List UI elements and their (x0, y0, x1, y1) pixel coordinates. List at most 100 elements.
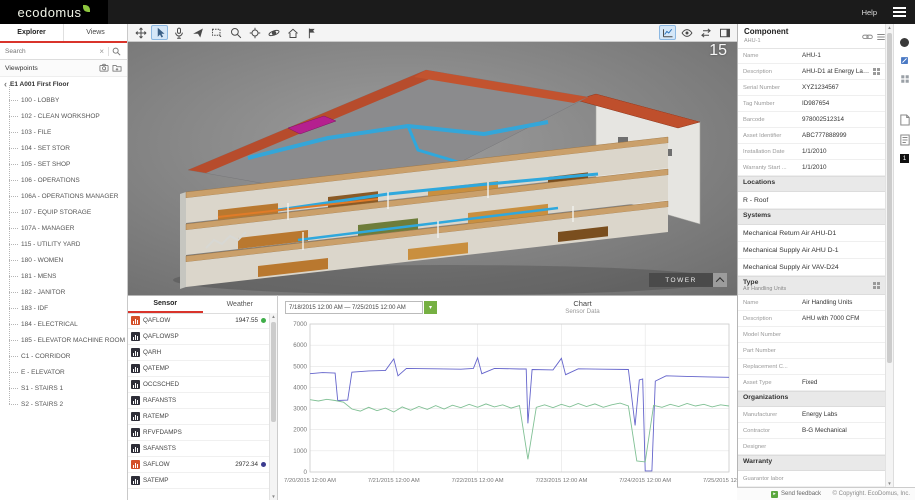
zoom-icon[interactable] (227, 25, 244, 40)
list-item[interactable]: Mechanical Supply Air VAV-D24 (738, 259, 885, 276)
room-item[interactable]: 100 - LOBBY (0, 92, 127, 108)
notification-badge[interactable]: 1 (900, 154, 909, 163)
room-item[interactable]: 107 - EQUIP STORAGE (0, 204, 127, 220)
room-item[interactable]: 181 - MENS (0, 268, 127, 284)
link-icon[interactable] (862, 29, 873, 47)
search-input[interactable] (3, 47, 95, 56)
room-item[interactable]: 106 - OPERATIONS (0, 172, 127, 188)
list-item[interactable]: Mechanical Return Air AHU-D1 (738, 225, 885, 242)
sensor-value: 2972.34 (235, 461, 258, 468)
room-item[interactable]: 107A - MANAGER (0, 220, 127, 236)
document-icon[interactable] (900, 114, 910, 126)
chevron-up-icon[interactable] (713, 273, 727, 287)
date-range-input[interactable]: 7/18/2015 12:00 AM — 7/25/2015 12:00 AM (285, 301, 423, 314)
capture-viewpoint-icon[interactable] (99, 63, 109, 73)
viewpoint-folder-icon[interactable] (112, 63, 122, 73)
chart-toggle-icon[interactable] (659, 25, 676, 40)
walk-flag-icon[interactable] (303, 25, 320, 40)
sensor-name: SAFLOW (143, 461, 232, 468)
scroll-thumb[interactable] (887, 33, 892, 363)
date-picker-button[interactable]: ▾ (424, 301, 437, 314)
room-item[interactable]: S2 - STAIRS 2 (0, 396, 127, 412)
room-label: 105 - SET SHOP (21, 161, 70, 168)
apps-grid-icon[interactable] (900, 74, 910, 84)
sensor-row[interactable]: QARH (128, 345, 269, 361)
3d-viewport[interactable]: 15 TOWER (128, 42, 737, 295)
help-button[interactable]: Help (856, 0, 883, 24)
sensor-row[interactable]: QAFLOW1947.55 (128, 313, 269, 329)
mic-icon[interactable] (170, 25, 187, 40)
tree-connector (9, 356, 18, 357)
room-item[interactable]: C1 - CORRIDOR (0, 348, 127, 364)
send-feedback-link[interactable]: Send feedback (781, 491, 821, 497)
sensor-row[interactable]: QATEMP (128, 361, 269, 377)
list-item[interactable]: Mechanical Supply Air AHU D-1 (738, 242, 885, 259)
sensor-row[interactable]: SAFLOW2972.34 (128, 457, 269, 473)
tower-selector-button[interactable]: TOWER (649, 273, 727, 287)
room-label: 106 - OPERATIONS (21, 177, 80, 184)
field-row: NameAir Handling Units (738, 295, 885, 311)
scroll-up-icon[interactable]: ▲ (270, 314, 277, 319)
home-icon[interactable] (284, 25, 301, 40)
globe-icon[interactable] (900, 38, 909, 47)
sensor-row[interactable]: QAFLOWSP (128, 329, 269, 345)
pan-icon[interactable] (132, 25, 149, 40)
logo[interactable]: ecodomus (0, 0, 108, 24)
menu-icon[interactable] (893, 7, 906, 17)
scroll-down-icon[interactable]: ▼ (270, 494, 277, 499)
breadcrumb-floor[interactable]: ‹ E1 A001 First Floor (0, 77, 127, 92)
sensor-row[interactable]: RATEMP (128, 409, 269, 425)
fly-icon[interactable] (189, 25, 206, 40)
component-breadcrumb[interactable]: AHU-1 (744, 38, 761, 44)
tree-connector (9, 100, 18, 101)
grid-icon[interactable] (873, 68, 876, 71)
clear-search-icon[interactable]: × (95, 47, 109, 56)
field-row: DescriptionAHU-D1 at Energy Labs... (738, 64, 885, 80)
scroll-thumb[interactable] (271, 322, 276, 422)
tab-explorer[interactable]: Explorer (0, 24, 64, 41)
room-item[interactable]: 182 - JANITOR (0, 284, 127, 300)
room-item[interactable]: E - ELEVATOR (0, 364, 127, 380)
room-label: S2 - STAIRS 2 (21, 401, 63, 408)
sensor-row[interactable]: SATEMP (128, 473, 269, 489)
sensor-tabs: Sensor Weather (128, 296, 277, 314)
room-item[interactable]: 105 - SET SHOP (0, 156, 127, 172)
sensor-row[interactable]: RFVFDAMPS (128, 425, 269, 441)
list-item[interactable]: R - Roof (738, 192, 885, 209)
compare-arrows-icon[interactable] (697, 25, 714, 40)
tab-weather[interactable]: Weather (203, 296, 278, 313)
room-item[interactable]: 115 - UTILITY YARD (0, 236, 127, 252)
room-item[interactable]: 185 - ELEVATOR MACHINE ROOM (0, 332, 127, 348)
section-header: Warranty (738, 455, 885, 471)
tab-views[interactable]: Views (64, 24, 127, 41)
sensor-row[interactable]: RAFANSTS (128, 393, 269, 409)
tools-icon[interactable] (899, 55, 910, 66)
sensor-row[interactable]: OCCSCHED (128, 377, 269, 393)
room-item[interactable]: 102 - CLEAN WORKSHOP (0, 108, 127, 124)
tab-sensor[interactable]: Sensor (128, 296, 203, 313)
room-item[interactable]: 180 - WOMEN (0, 252, 127, 268)
orbit-icon[interactable] (265, 25, 282, 40)
room-item[interactable]: 104 - SET STOR (0, 140, 127, 156)
room-item[interactable]: 106A - OPERATIONS MANAGER (0, 188, 127, 204)
room-item[interactable]: 184 - ELECTRICAL (0, 316, 127, 332)
select-icon[interactable] (151, 25, 168, 40)
focus-icon[interactable] (246, 25, 263, 40)
report-icon[interactable] (900, 134, 910, 146)
region-select-icon[interactable] (208, 25, 225, 40)
scroll-down-icon[interactable]: ▼ (886, 481, 893, 486)
visibility-icon[interactable] (678, 25, 695, 40)
component-scrollbar[interactable]: ▲ ▼ (885, 24, 893, 487)
room-item[interactable]: 183 - IDF (0, 300, 127, 316)
sensor-row[interactable]: SAFANSTS (128, 441, 269, 457)
room-item[interactable]: 103 - FILE (0, 124, 127, 140)
room-item[interactable]: S1 - STAIRS 1 (0, 380, 127, 396)
sensor-scrollbar[interactable]: ▲ ▼ (269, 313, 277, 500)
section-header: TypeAir Handling Units (738, 276, 885, 295)
scroll-up-icon[interactable]: ▲ (886, 25, 893, 30)
svg-text:3000: 3000 (293, 406, 307, 413)
search-icon[interactable] (109, 47, 124, 56)
sidebar-tabs: Explorer Views (0, 24, 127, 43)
panel-toggle-icon[interactable] (716, 25, 733, 40)
grid-icon[interactable] (873, 282, 876, 285)
